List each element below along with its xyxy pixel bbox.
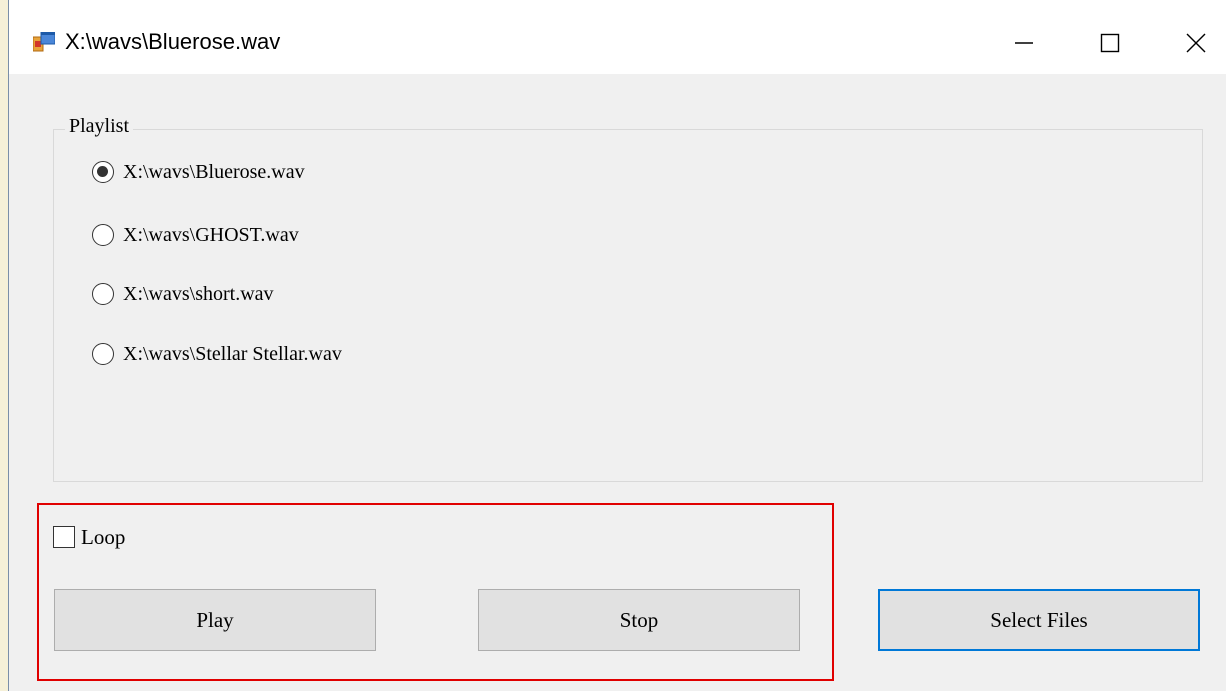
radio-button[interactable] (92, 343, 114, 365)
maximize-icon (1100, 33, 1120, 53)
windows-form-icon (32, 31, 56, 52)
play-button[interactable]: Play (54, 589, 376, 651)
close-button[interactable] (1166, 20, 1226, 66)
stop-button[interactable]: Stop (478, 589, 800, 651)
minimize-button[interactable] (994, 20, 1054, 66)
playlist-label: Playlist (65, 115, 134, 138)
playlist-item-ghost[interactable]: X:\wavs\GHOST.wav (92, 221, 299, 249)
radio-button-checked[interactable] (92, 161, 114, 183)
title-bar[interactable]: X:\wavs\Bluerose.wav (9, 0, 1226, 74)
app-window: X:\wavs\Bluerose.wav Playlist X:\wavs\Bl… (8, 0, 1226, 691)
window-title: X:\wavs\Bluerose.wav (65, 29, 281, 54)
minimize-icon (1015, 42, 1033, 44)
loop-checkbox[interactable] (53, 526, 75, 548)
radio-button[interactable] (92, 224, 114, 246)
playlist-item-label: X:\wavs\Stellar Stellar.wav (123, 342, 342, 365)
radio-button[interactable] (92, 283, 114, 305)
select-files-button[interactable]: Select Files (878, 589, 1200, 651)
playlist-item-label: X:\wavs\short.wav (123, 282, 274, 305)
loop-checkbox-row[interactable]: Loop (53, 523, 125, 551)
playlist-item-bluerose[interactable]: X:\wavs\Bluerose.wav (92, 158, 305, 186)
close-icon (1186, 33, 1206, 53)
playlist-item-short[interactable]: X:\wavs\short.wav (92, 280, 274, 308)
playlist-item-label: X:\wavs\Bluerose.wav (123, 160, 305, 183)
playlist-item-label: X:\wavs\GHOST.wav (123, 223, 299, 246)
loop-label: Loop (81, 524, 126, 549)
maximize-button[interactable] (1080, 20, 1140, 66)
playlist-item-stellar[interactable]: X:\wavs\Stellar Stellar.wav (92, 340, 342, 368)
